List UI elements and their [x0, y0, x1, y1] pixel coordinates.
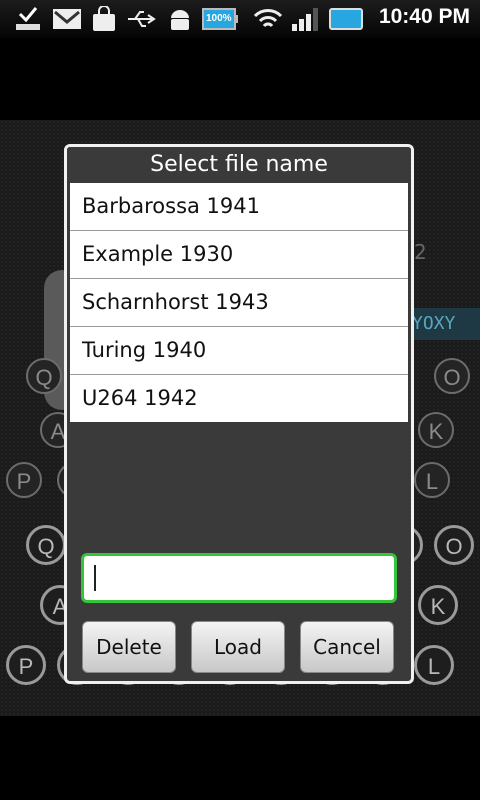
file-item[interactable]: Turing 1940 [70, 327, 408, 375]
bottom-bar [0, 716, 480, 800]
screen-icon [329, 8, 363, 30]
file-item[interactable]: Example 1930 [70, 231, 408, 279]
text-caret [94, 565, 96, 591]
key-p: P [6, 462, 42, 498]
key-q: Q [26, 358, 62, 394]
download-complete-icon [16, 7, 40, 30]
key-k: K [418, 585, 458, 625]
file-item[interactable]: Scharnhorst 1943 [70, 279, 408, 327]
wifi-icon [253, 9, 283, 28]
delete-button[interactable]: Delete [82, 621, 176, 673]
status-bar: 100% 10:40 PM [0, 0, 480, 38]
rotor-number: 2 [414, 240, 427, 264]
signal-icon [292, 8, 318, 31]
rotor-letters: YOXY [408, 308, 480, 340]
shopping-bag-icon [93, 6, 115, 31]
key-p: P [6, 645, 46, 685]
key-q: Q [26, 525, 66, 565]
usb-icon [128, 11, 156, 27]
key-k: K [418, 412, 454, 448]
file-name-input[interactable] [81, 553, 397, 603]
battery-label: 100% [206, 13, 232, 24]
file-item[interactable]: U264 1942 [70, 375, 408, 422]
key-o: O [434, 525, 474, 565]
key-o: O [434, 358, 470, 394]
select-file-dialog: Select file name Barbarossa 1941 Example… [64, 144, 414, 684]
clock: 10:40 PM [378, 5, 470, 28]
file-item[interactable]: Barbarossa 1941 [70, 183, 408, 231]
load-button[interactable]: Load [191, 621, 285, 673]
file-list[interactable]: Barbarossa 1941 Example 1930 Scharnhorst… [70, 183, 408, 422]
key-l: L [414, 462, 450, 498]
android-debug-icon [171, 10, 189, 30]
gmail-icon [53, 9, 81, 29]
cancel-button[interactable]: Cancel [300, 621, 394, 673]
dialog-title: Select file name [67, 147, 411, 183]
key-l: L [414, 645, 454, 685]
